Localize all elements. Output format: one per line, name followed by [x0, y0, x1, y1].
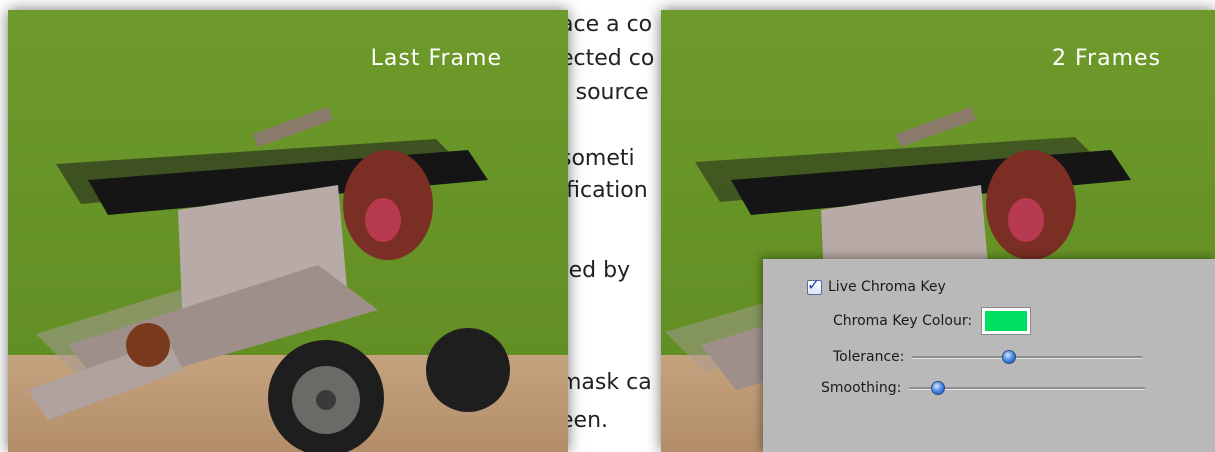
- last-frame-image: [8, 10, 568, 452]
- smoothing-label: Smoothing:: [821, 380, 902, 396]
- background-text-line: mask ca: [560, 370, 652, 395]
- last-frame-label: Last Frame: [370, 46, 502, 71]
- two-frames-label: 2 Frames: [1052, 46, 1161, 71]
- live-chroma-key-row[interactable]: ✓ Live Chroma Key: [807, 275, 946, 295]
- smoothing-row: Smoothing:: [821, 380, 1146, 396]
- smoothing-slider-track[interactable]: [909, 387, 1146, 390]
- background-text-line: someti: [560, 146, 635, 171]
- background-text-line: ification: [560, 178, 648, 203]
- live-chroma-key-checkbox[interactable]: ✓: [807, 275, 822, 295]
- chroma-key-colour-label: Chroma Key Colour:: [833, 313, 973, 329]
- tolerance-slider[interactable]: [912, 350, 1143, 364]
- tolerance-slider-thumb[interactable]: [1002, 350, 1017, 364]
- chroma-key-settings-panel: ✓ Live Chroma Key Chroma Key Colour: Tol…: [763, 259, 1215, 452]
- background-text-line: ted by: [560, 258, 631, 283]
- chroma-key-colour-row: Chroma Key Colour:: [833, 307, 1032, 335]
- tolerance-label: Tolerance:: [833, 349, 905, 365]
- chroma-key-colour-swatch[interactable]: [981, 307, 1032, 335]
- background-text-line: ected co: [560, 46, 655, 71]
- smoothing-slider[interactable]: [909, 381, 1146, 395]
- smoothing-slider-thumb[interactable]: [930, 381, 945, 395]
- last-frame-preview: Last Frame: [8, 10, 568, 452]
- live-chroma-key-label: Live Chroma Key: [828, 279, 946, 295]
- tolerance-row: Tolerance:: [833, 349, 1143, 365]
- tolerance-slider-track[interactable]: [912, 356, 1143, 359]
- background-text-line: t source: [560, 80, 649, 105]
- checkmark-icon: ✓: [807, 274, 821, 294]
- background-text-line: ace a co: [560, 12, 653, 37]
